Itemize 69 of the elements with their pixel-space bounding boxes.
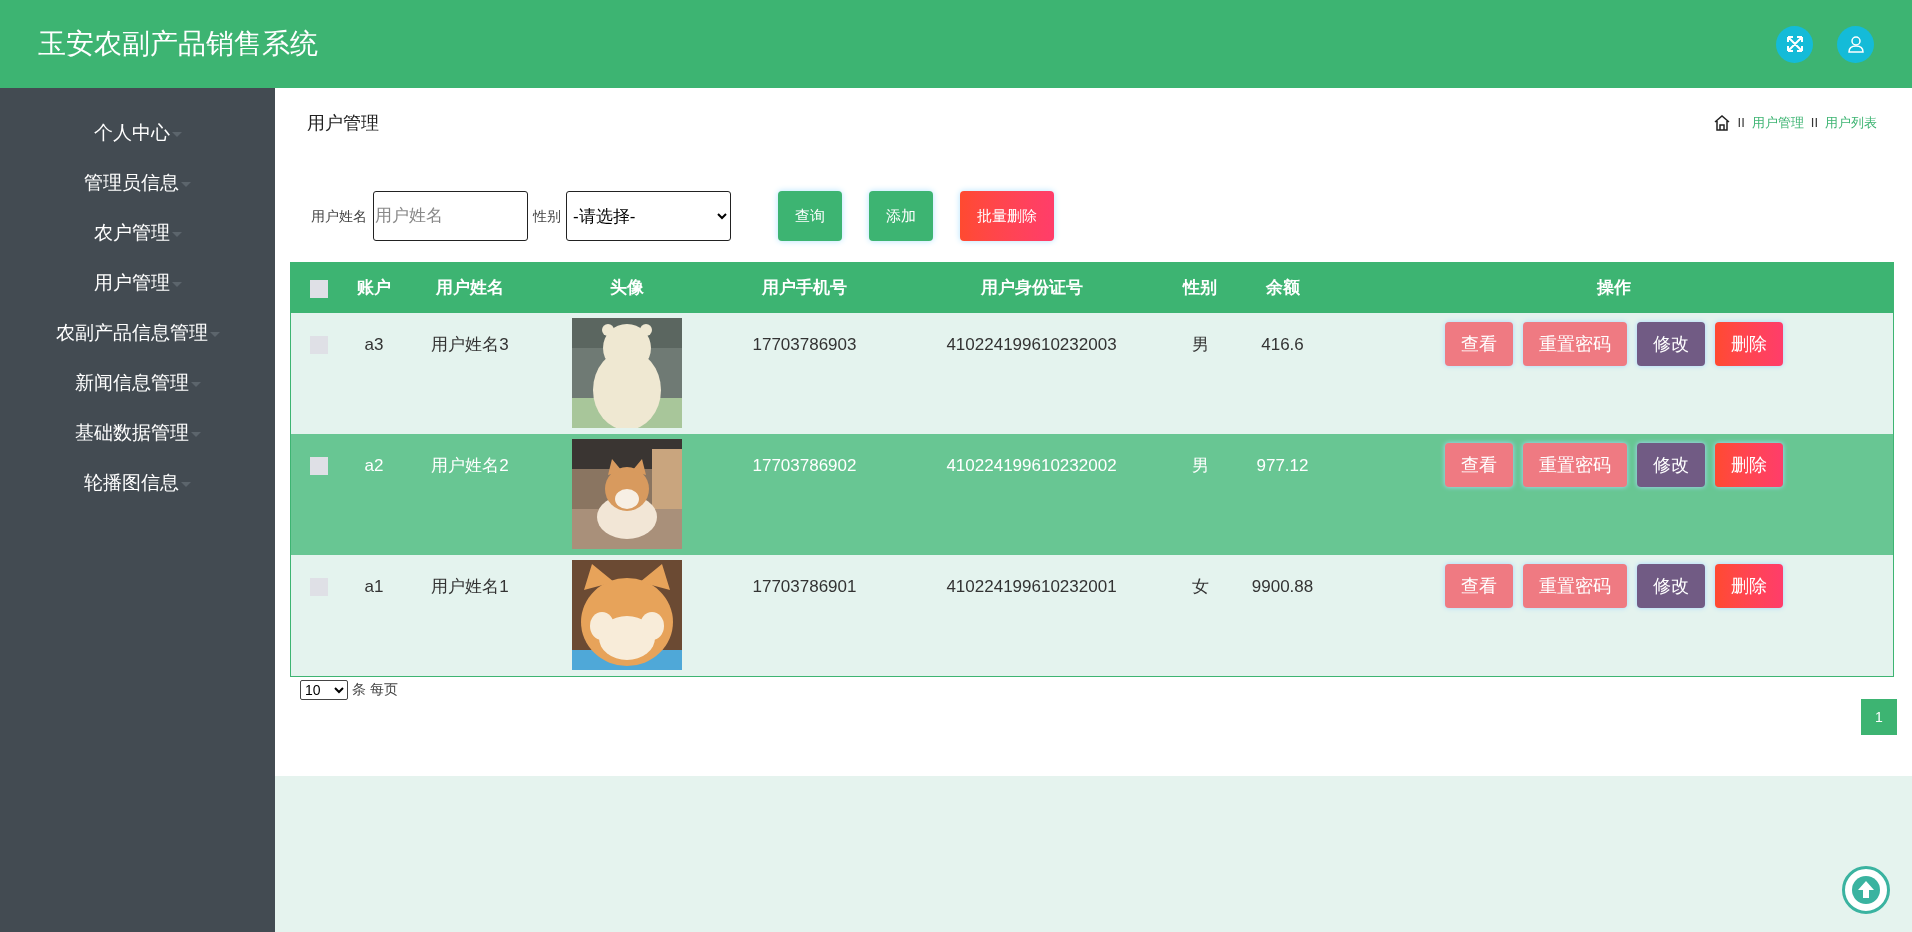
table-cell: 17703786901 [752, 577, 857, 596]
table-cell: 416.6 [1261, 335, 1304, 354]
checkbox[interactable] [310, 456, 328, 475]
home-icon[interactable] [1712, 114, 1731, 132]
caret-icon [181, 181, 191, 187]
page-title: 用户管理 [307, 111, 379, 135]
action-button[interactable]: 删除 [1714, 564, 1783, 608]
table-row[interactable]: a1 用户姓名1 17703786901 410224199610232001 女 9900.88 查看 重置密码 修改 删除 [291, 555, 1893, 676]
sidebar-item[interactable]: 基础数据管理 [0, 408, 275, 458]
user-icon [1846, 35, 1865, 53]
table-cell: 9900.88 [1251, 577, 1314, 596]
app-title: 玉安农副产品销售系统 [38, 27, 318, 61]
checkbox[interactable] [310, 279, 328, 298]
table-cell: 男 [1191, 456, 1209, 475]
caret-icon [171, 281, 182, 287]
table-row[interactable]: a3 用户姓名3 17703786903 410224199610232003 男 416.6 查看 重置密码 修改 删除 [291, 313, 1893, 434]
column-header: 操作 [1596, 278, 1631, 298]
page-size-select[interactable]: 10 [300, 679, 348, 700]
table-cell: 用户姓名3 [431, 335, 509, 354]
table-cell: a2 [364, 456, 384, 475]
action-button[interactable]: 修改 [1636, 322, 1705, 366]
caret-icon [209, 331, 220, 337]
caret-icon [171, 131, 182, 137]
sidebar-item[interactable]: 个人中心 [0, 108, 275, 158]
table-cell: 男 [1191, 335, 1209, 354]
column-header: 用户手机号 [762, 278, 847, 298]
column-header: 头像 [610, 278, 644, 298]
sidebar-item[interactable]: 轮播图信息 [0, 458, 275, 508]
field-label: 性别 [533, 206, 561, 226]
sidebar-item[interactable]: 农副产品信息管理 [0, 308, 275, 358]
fullscreen-button[interactable] [1776, 25, 1813, 63]
expand-icon [1784, 34, 1805, 54]
page-size-label: 条 每页 [352, 680, 398, 699]
name-field[interactable]: 用户姓名 [373, 191, 528, 241]
sidebar-item[interactable]: 新闻信息管理 [0, 358, 275, 408]
action-button[interactable]: 删除 [1714, 443, 1783, 487]
caret-icon [190, 431, 201, 437]
column-header: 账户 [357, 278, 391, 298]
table-cell: a1 [364, 577, 384, 596]
caret-icon [181, 481, 191, 487]
breadcrumb-separator: II [1810, 114, 1818, 133]
field-label: 用户姓名 [311, 206, 367, 226]
sidebar-item[interactable]: 用户管理 [0, 258, 275, 308]
table-cell: 410224199610232002 [946, 456, 1117, 475]
column-header: 用户姓名 [436, 278, 504, 298]
table-cell: a3 [364, 335, 384, 354]
breadcrumb-separator: II [1737, 114, 1745, 133]
back-to-top-button[interactable] [1842, 866, 1890, 914]
table-cell: 17703786902 [752, 456, 857, 475]
gender-select[interactable]: -请选择- [566, 191, 731, 241]
sidebar-item[interactable]: 农户管理 [0, 208, 275, 258]
table-cell: 用户姓名2 [431, 456, 509, 475]
search-button[interactable]: 批量删除 [960, 191, 1054, 241]
action-button[interactable]: 删除 [1714, 322, 1783, 366]
action-button[interactable]: 修改 [1636, 564, 1705, 608]
caret-icon [171, 231, 182, 237]
table-cell: 17703786903 [752, 335, 857, 354]
column-header: 性别 [1183, 278, 1217, 298]
table-cell: 用户姓名1 [431, 577, 509, 596]
column-header: 用户身份证号 [980, 278, 1083, 298]
table-cell: 女 [1191, 577, 1209, 596]
sidebar-item[interactable]: 管理员信息 [0, 158, 275, 208]
column-header: 余额 [1265, 278, 1300, 298]
action-button[interactable]: 修改 [1636, 443, 1705, 487]
table-cell: 410224199610232003 [946, 335, 1117, 354]
user-button[interactable] [1837, 25, 1874, 63]
caret-icon [190, 381, 201, 387]
table-cell: 977.12 [1256, 456, 1309, 475]
table-cell: 410224199610232001 [946, 577, 1117, 596]
